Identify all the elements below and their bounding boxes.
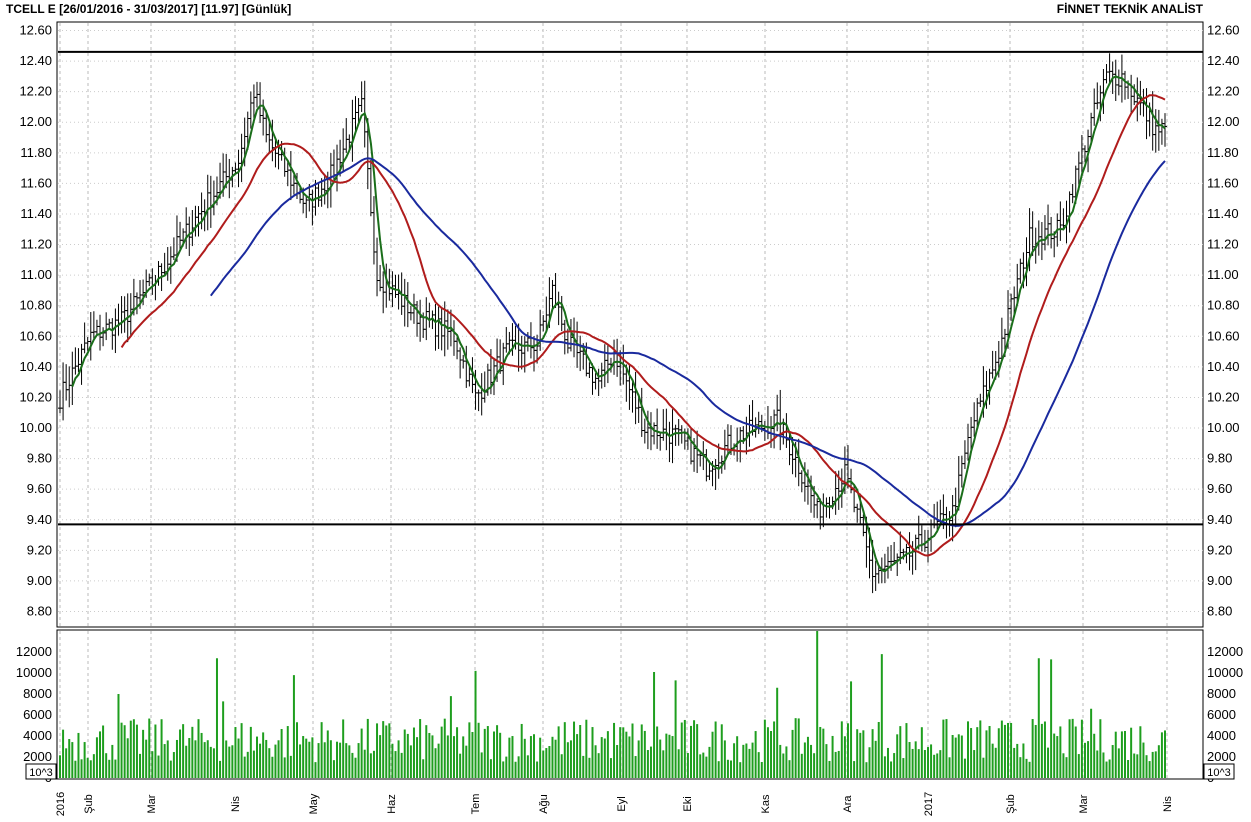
volume-tick-label: 8000 bbox=[1207, 686, 1236, 701]
y-tick-label: 11.00 bbox=[1207, 267, 1239, 282]
y-tick-label: 11.60 bbox=[20, 175, 52, 190]
x-tick-label: 2017 bbox=[923, 792, 935, 816]
y-tick-label: 9.40 bbox=[27, 512, 52, 527]
x-tick-label: Ağu bbox=[538, 794, 550, 814]
chart-title: TCELL E [26/01/2016 - 31/03/2017] [11.97… bbox=[6, 2, 292, 16]
x-tick-label: Eyl bbox=[616, 796, 628, 811]
volume-unit-right: 10^3 bbox=[1207, 767, 1231, 779]
y-tick-label: 10.40 bbox=[1207, 359, 1240, 374]
y-tick-label: 11.60 bbox=[1207, 175, 1239, 190]
y-tick-label: 10.20 bbox=[1207, 389, 1240, 404]
volume-tick-label: 4000 bbox=[23, 728, 52, 743]
volume-tick-label: 8000 bbox=[23, 686, 52, 701]
y-tick-label: 12.00 bbox=[19, 114, 52, 129]
vendor-label: FİNNET TEKNİK ANALİST bbox=[1056, 2, 1203, 16]
price-panel-frame bbox=[56, 21, 1204, 628]
y-tick-label: 9.80 bbox=[1207, 451, 1232, 466]
x-axis-labels: 2016 Şub Mar Nis May Haz Tem Ağu Eyl Eki Kas Ara 201… bbox=[55, 792, 1174, 816]
y-tick-label: 11.00 bbox=[20, 267, 52, 282]
y-tick-label: 10.60 bbox=[19, 328, 52, 343]
y-tick-label: 12.60 bbox=[19, 23, 52, 38]
x-tick-label: Eki bbox=[682, 796, 694, 811]
volume-tick-label: 12000 bbox=[16, 644, 52, 659]
x-tick-label: Kas bbox=[760, 794, 772, 813]
volume-tick-label: 2000 bbox=[23, 749, 52, 764]
y-tick-label: 8.80 bbox=[27, 604, 52, 619]
y-tick-label: 10.20 bbox=[19, 389, 52, 404]
y-tick-label: 10.40 bbox=[19, 359, 52, 374]
x-tick-label: Şub bbox=[83, 794, 95, 814]
y-tick-label: 11.20 bbox=[20, 237, 52, 252]
x-tick-label: Nis bbox=[1162, 796, 1174, 812]
y-tick-label: 10.80 bbox=[19, 298, 52, 313]
y-tick-label: 9.60 bbox=[1207, 481, 1232, 496]
x-tick-label: 2016 bbox=[55, 792, 67, 816]
y-tick-label: 12.20 bbox=[1207, 84, 1240, 99]
y-tick-label: 12.40 bbox=[1207, 53, 1240, 68]
y-tick-label: 11.40 bbox=[1207, 206, 1239, 221]
x-tick-label: Ara bbox=[842, 795, 854, 813]
x-tick-label: Mar bbox=[146, 794, 158, 813]
x-tick-label: Nis bbox=[230, 796, 242, 812]
x-tick-label: May bbox=[308, 793, 320, 814]
y-tick-label: 11.40 bbox=[20, 206, 52, 221]
y-tick-label: 12.20 bbox=[19, 84, 52, 99]
y-tick-label: 9.00 bbox=[1207, 573, 1232, 588]
y-tick-label: 10.80 bbox=[1207, 298, 1240, 313]
y-tick-label: 10.00 bbox=[19, 420, 52, 435]
y-tick-label: 9.40 bbox=[1207, 512, 1232, 527]
x-tick-label: Tem bbox=[470, 794, 482, 815]
volume-tick-label: 12000 bbox=[1207, 644, 1243, 659]
y-tick-label: 11.20 bbox=[1207, 237, 1239, 252]
y-tick-label: 10.60 bbox=[1207, 328, 1240, 343]
volume-tick-label: 6000 bbox=[23, 707, 52, 722]
x-tick-label: Mar bbox=[1078, 794, 1090, 813]
volume-unit-left: 10^3 bbox=[29, 767, 53, 779]
volume-tick-label: 10000 bbox=[16, 665, 52, 680]
y-tick-label: 9.20 bbox=[27, 542, 52, 557]
volume-tick-label: 2000 bbox=[1207, 749, 1236, 764]
x-tick-label: Haz bbox=[386, 794, 398, 814]
y-tick-label: 9.20 bbox=[1207, 542, 1232, 557]
volume-tick-label: 6000 bbox=[1207, 707, 1236, 722]
y-tick-label: 11.80 bbox=[20, 145, 52, 160]
volume-tick-label: 10000 bbox=[1207, 665, 1243, 680]
y-tick-label: 9.80 bbox=[27, 451, 52, 466]
y-tick-label: 9.00 bbox=[27, 573, 52, 588]
y-tick-label: 9.60 bbox=[27, 481, 52, 496]
stock-chart: 12.60 12.60 12.40 12.40 12.20 12.20 12.00 12.00… bbox=[16, 21, 1243, 816]
y-tick-label: 8.80 bbox=[1207, 604, 1232, 619]
x-tick-label: Şub bbox=[1005, 794, 1017, 814]
y-tick-label: 10.00 bbox=[1207, 420, 1240, 435]
y-tick-label: 12.00 bbox=[1207, 114, 1240, 129]
volume-tick-label: 4000 bbox=[1207, 728, 1236, 743]
y-tick-label: 12.40 bbox=[19, 53, 52, 68]
y-tick-label: 11.80 bbox=[1207, 145, 1239, 160]
y-tick-label: 12.60 bbox=[1207, 23, 1240, 38]
